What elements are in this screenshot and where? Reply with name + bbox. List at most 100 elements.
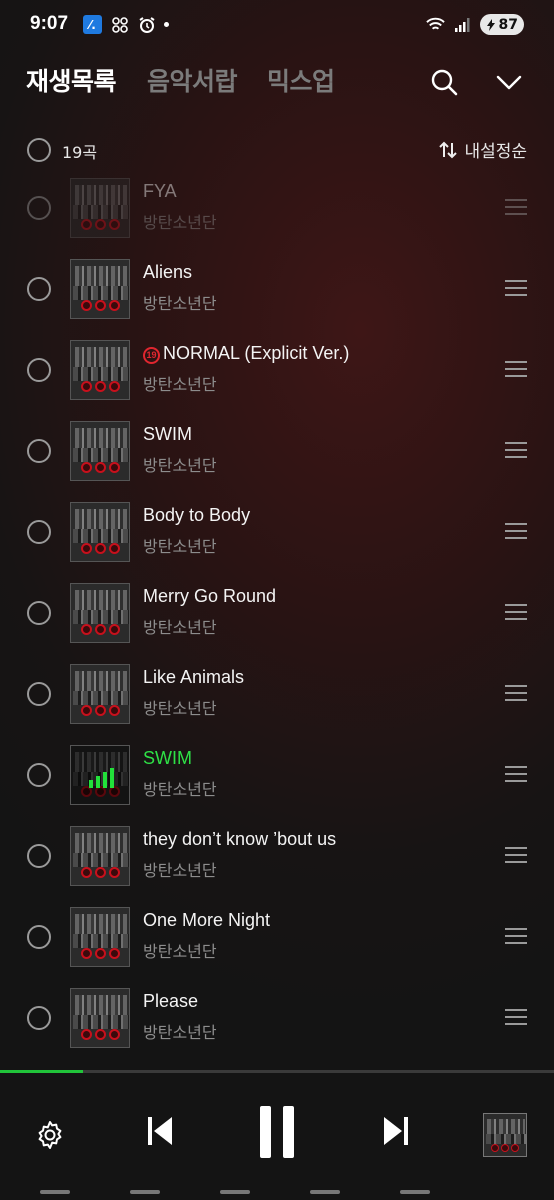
track-row[interactable]: Merry Go Round 방탄소년단 [0, 573, 554, 654]
track-row[interactable]: SWIM 방탄소년단 [0, 411, 554, 492]
track-title: 19 NORMAL (Explicit Ver.) [143, 343, 349, 364]
track-artist: 방탄소년단 [143, 861, 217, 880]
header: 재생목록 음악서랍 믹스업 [0, 62, 554, 102]
track-title: SWIM [143, 424, 192, 445]
track-title-text: SWIM [143, 748, 192, 768]
album-art [70, 907, 130, 967]
status-icons-left: ⁄. [83, 15, 169, 34]
track-title-text: NORMAL (Explicit Ver.) [163, 343, 350, 363]
track-title-text: FYA [143, 181, 177, 201]
pause-icon [260, 1106, 294, 1158]
album-art [70, 583, 130, 643]
app-blue-icon: ⁄. [83, 15, 102, 34]
track-title-text: Like Animals [143, 667, 245, 687]
track-title: Body to Body [143, 505, 250, 526]
tab-music-drawer[interactable]: 음악서랍 [147, 62, 238, 98]
track-checkbox[interactable] [27, 196, 51, 220]
pause-button[interactable] [252, 1103, 302, 1161]
next-button[interactable] [374, 1109, 418, 1153]
album-art [70, 421, 130, 481]
gear-icon [38, 1121, 62, 1149]
track-artist: 방탄소년단 [143, 375, 217, 394]
track-checkbox[interactable] [27, 520, 51, 544]
track-artist: 방탄소년단 [143, 699, 217, 718]
album-art [70, 259, 130, 319]
explicit-badge-icon: 19 [143, 347, 160, 364]
track-artist: 방탄소년단 [143, 942, 217, 961]
track-artist: 방탄소년단 [143, 294, 217, 313]
track-checkbox[interactable] [27, 439, 51, 463]
track-row[interactable]: they don’t know ’bout us 방탄소년단 [0, 816, 554, 897]
status-time: 9:07 [30, 13, 69, 34]
status-icons-right: 87 [425, 14, 524, 35]
track-artist: 방탄소년단 [143, 456, 217, 475]
notification-dot-icon [164, 22, 169, 27]
drag-handle-icon[interactable] [505, 199, 527, 215]
collapse-button[interactable] [491, 64, 527, 100]
track-title: SWIM [143, 748, 192, 769]
album-art [70, 502, 130, 562]
track-title: Please [143, 991, 198, 1012]
track-title: Aliens [143, 262, 192, 283]
album-art [70, 178, 130, 238]
settings-button[interactable] [30, 1115, 70, 1155]
track-row[interactable]: Aliens 방탄소년단 [0, 249, 554, 330]
previous-button[interactable] [138, 1109, 182, 1153]
track-checkbox[interactable] [27, 763, 51, 787]
now-playing-art[interactable] [483, 1113, 527, 1157]
track-checkbox[interactable] [27, 601, 51, 625]
track-row[interactable]: SWIM 방탄소년단 [0, 735, 554, 816]
track-artist: 방탄소년단 [143, 1023, 217, 1042]
track-row[interactable]: One More Night 방탄소년단 [0, 897, 554, 978]
track-title-text: One More Night [143, 910, 271, 930]
alarm-icon [137, 15, 156, 34]
drag-handle-icon[interactable] [505, 847, 527, 863]
drag-handle-icon[interactable] [505, 685, 527, 701]
drag-handle-icon[interactable] [505, 928, 527, 944]
drag-handle-icon[interactable] [505, 1009, 527, 1025]
wifi-icon [425, 15, 445, 34]
track-checkbox[interactable] [27, 682, 51, 706]
track-artist: 방탄소년단 [143, 618, 217, 637]
track-row[interactable]: Please 방탄소년단 [0, 978, 554, 1059]
equalizer-icon [71, 746, 129, 804]
album-art [70, 826, 130, 886]
drag-handle-icon[interactable] [505, 280, 527, 296]
track-title-text: SWIM [143, 424, 192, 444]
track-row[interactable]: Body to Body 방탄소년단 [0, 492, 554, 573]
tab-playlist[interactable]: 재생목록 [26, 62, 117, 98]
track-row[interactable]: FYA 방탄소년단 [0, 168, 554, 249]
sort-icon [439, 141, 458, 158]
track-checkbox[interactable] [27, 925, 51, 949]
drag-handle-icon[interactable] [505, 766, 527, 782]
battery-icon: 87 [479, 14, 524, 35]
track-checkbox[interactable] [27, 1006, 51, 1030]
clipped-controls [0, 1190, 554, 1200]
track-title: they don’t know ’bout us [143, 829, 336, 850]
chevron-down-icon [496, 75, 522, 90]
track-row[interactable]: Like Animals 방탄소년단 [0, 654, 554, 735]
track-checkbox[interactable] [27, 844, 51, 868]
search-button[interactable] [426, 64, 462, 100]
track-artist: 방탄소년단 [143, 537, 217, 556]
track-title-text: Please [143, 991, 199, 1011]
album-art [70, 340, 130, 400]
drag-handle-icon[interactable] [505, 604, 527, 620]
player-bar [0, 1073, 554, 1200]
track-title: One More Night [143, 910, 270, 931]
select-all-checkbox[interactable] [27, 138, 51, 162]
track-checkbox[interactable] [27, 277, 51, 301]
list-header: 19곡 내설정순 [0, 136, 554, 164]
sort-button[interactable]: 내설정순 [438, 137, 527, 162]
track-row[interactable]: 19 NORMAL (Explicit Ver.) 방탄소년단 [0, 330, 554, 411]
track-checkbox[interactable] [27, 358, 51, 382]
track-title-text: Merry Go Round [143, 586, 277, 606]
drag-handle-icon[interactable] [505, 361, 527, 377]
track-count: 19곡 [62, 143, 98, 162]
drag-handle-icon[interactable] [505, 523, 527, 539]
tab-mixup[interactable]: 믹스업 [267, 62, 335, 98]
status-bar: 9:07 ⁄. 87 [0, 0, 554, 52]
drag-handle-icon[interactable] [505, 442, 527, 458]
track-artist: 방탄소년단 [143, 780, 217, 799]
track-title-text: Aliens [143, 262, 193, 282]
